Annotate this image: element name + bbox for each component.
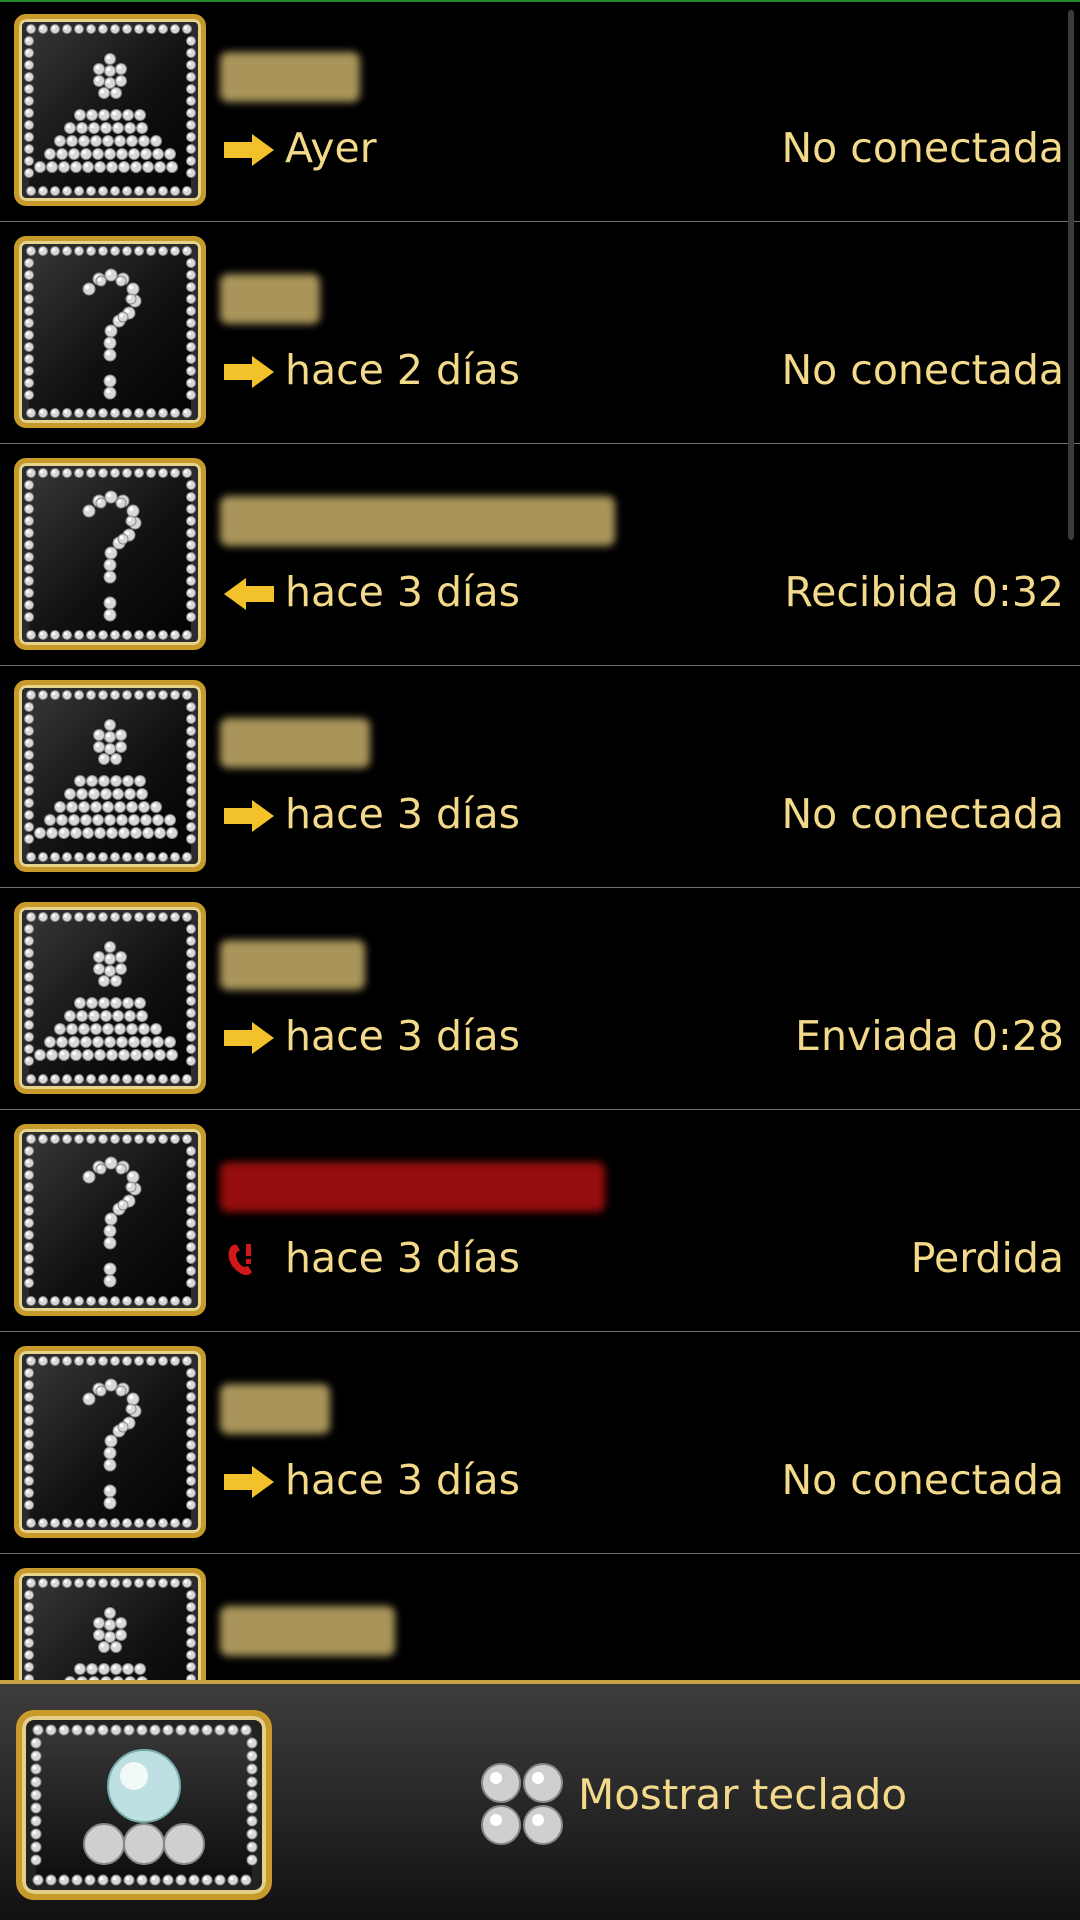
contact-avatar[interactable] xyxy=(14,14,206,206)
keypad-grid-icon xyxy=(481,1763,563,1845)
call-status: No conectada xyxy=(781,124,1064,172)
outgoing-arrow-icon xyxy=(224,356,274,388)
contact-number-redacted xyxy=(220,1162,605,1212)
unknown-icon xyxy=(24,1356,196,1528)
contact-avatar[interactable] xyxy=(14,458,206,650)
contact-avatar[interactable] xyxy=(14,1124,206,1316)
person-icon xyxy=(24,912,196,1084)
call-status: No conectada xyxy=(781,1456,1064,1504)
unknown-icon xyxy=(24,246,196,418)
contact-name-redacted xyxy=(220,1606,395,1656)
call-row[interactable]: hace 3 días No conectada xyxy=(0,1332,1080,1554)
call-row[interactable]: hace 3 días Enviada 0:28 xyxy=(0,888,1080,1110)
call-row[interactable] xyxy=(0,1554,1080,1680)
contact-name-redacted xyxy=(220,940,365,990)
contact-avatar[interactable] xyxy=(14,1346,206,1538)
contact-name-redacted xyxy=(220,274,320,324)
contact-name-redacted xyxy=(220,1384,330,1434)
contact-name-redacted xyxy=(220,718,370,768)
person-icon xyxy=(24,1578,196,1680)
missed-call-icon xyxy=(228,1244,252,1276)
bottom-bar: Mostrar teclado xyxy=(0,1680,1080,1920)
call-row[interactable]: hace 3 días Perdida xyxy=(0,1110,1080,1332)
call-row[interactable]: hace 3 días No conectada xyxy=(0,666,1080,888)
contact-number-redacted xyxy=(220,496,615,546)
call-time: hace 3 días xyxy=(285,1012,520,1060)
call-status: Perdida xyxy=(910,1234,1064,1282)
call-status: Enviada 0:28 xyxy=(795,1012,1064,1060)
call-time: Ayer xyxy=(285,124,377,172)
call-status: No conectada xyxy=(781,790,1064,838)
show-keypad-button[interactable]: Mostrar teclado xyxy=(578,1770,907,1819)
outgoing-arrow-icon xyxy=(224,1022,274,1054)
unknown-icon xyxy=(24,1134,196,1306)
call-log-list[interactable]: Ayer No conectada hace 2 días No conecta… xyxy=(0,0,1080,1680)
dialer-button[interactable] xyxy=(16,1710,272,1900)
contact-name-redacted xyxy=(220,52,360,102)
outgoing-arrow-icon xyxy=(224,134,274,166)
incoming-arrow-icon xyxy=(224,578,274,610)
call-time: hace 3 días xyxy=(285,568,520,616)
outgoing-arrow-icon xyxy=(224,800,274,832)
call-time: hace 3 días xyxy=(285,1456,520,1504)
call-time: hace 2 días xyxy=(285,346,520,394)
call-status: No conectada xyxy=(781,346,1064,394)
unknown-icon xyxy=(24,468,196,640)
call-row[interactable]: hace 2 días No conectada xyxy=(0,222,1080,444)
contact-avatar[interactable] xyxy=(14,236,206,428)
contact-avatar[interactable] xyxy=(14,902,206,1094)
call-status: Recibida 0:32 xyxy=(784,568,1064,616)
contact-avatar[interactable] xyxy=(14,1568,206,1680)
scrollbar[interactable] xyxy=(1068,10,1074,540)
outgoing-arrow-icon xyxy=(224,1466,274,1498)
person-icon xyxy=(24,24,196,196)
call-row[interactable]: hace 3 días Recibida 0:32 xyxy=(0,444,1080,666)
contact-avatar[interactable] xyxy=(14,680,206,872)
diamond-keypad-icon xyxy=(30,1724,258,1886)
call-time: hace 3 días xyxy=(285,790,520,838)
call-row[interactable]: Ayer No conectada xyxy=(0,0,1080,222)
call-time: hace 3 días xyxy=(285,1234,520,1282)
person-icon xyxy=(24,690,196,862)
